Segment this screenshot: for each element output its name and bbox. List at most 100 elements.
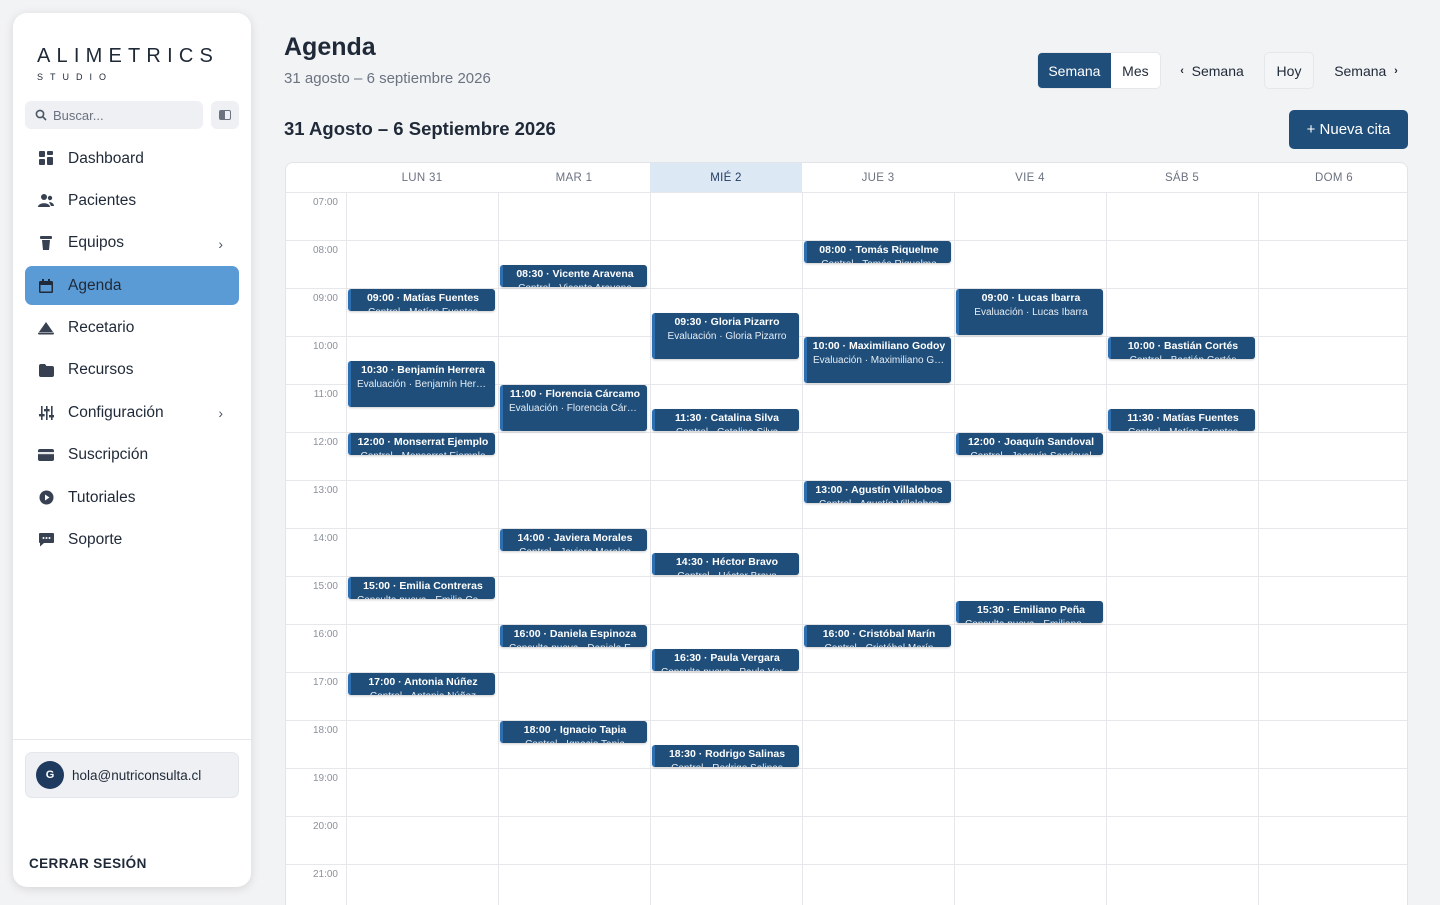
- appointment-subtitle: Consulta nueva · Daniela Espinoza: [503, 643, 647, 647]
- appointment-event[interactable]: 11:30 · Catalina Silva Control · Catalina…: [652, 409, 799, 431]
- hour-divider: [286, 816, 1407, 817]
- day-header[interactable]: DOM 6: [1258, 163, 1407, 192]
- appointment-event[interactable]: 08:30 · Vicente Aravena Control · Vicente…: [500, 265, 647, 287]
- appointment-title: 18:30 · Rodrigo Salinas: [668, 748, 786, 760]
- appointment-event[interactable]: 18:30 · Rodrigo Salinas Control · Rodrigo…: [652, 745, 799, 767]
- appointment-subtitle: Control · Javiera Morales: [503, 547, 647, 551]
- sidebar-item-suscripcion[interactable]: Suscripción: [25, 436, 239, 475]
- appointment-event[interactable]: 10:30 · Benjamín Herrera Evaluación · Ben…: [348, 361, 495, 407]
- recipe-icon: [38, 320, 54, 336]
- day-header[interactable]: MIÉ 2: [650, 163, 802, 192]
- appointment-event[interactable]: 16:00 · Cristóbal Marín Control · Cristób…: [804, 625, 951, 647]
- sidebar-item-agenda[interactable]: Agenda: [25, 266, 239, 306]
- appointment-subtitle: Consulta nueva · Emilia Contreras: [351, 595, 495, 599]
- user-email: hola@nutriconsulta.cl: [72, 767, 202, 783]
- day-header[interactable]: VIE 4: [954, 163, 1106, 192]
- hour-label: 20:00: [312, 821, 338, 832]
- appointment-event[interactable]: 10:00 · Maximiliano Godoy Evaluación · Ma…: [804, 337, 951, 383]
- appointment-event[interactable]: 08:00 · Tomás Riquelme Control · Tomás Ri…: [804, 241, 951, 263]
- appointment-event[interactable]: 15:00 · Emilia Contreras Consulta nueva ·…: [348, 577, 495, 599]
- appointment-subtitle: Control · Rodrigo Salinas: [655, 763, 799, 767]
- appointment-event[interactable]: 09:00 · Matías Fuentes Control · Matías F…: [348, 289, 495, 311]
- collapse-sidebar-button[interactable]: [211, 101, 239, 129]
- hour-label: 21:00: [312, 869, 338, 880]
- appointment-title: 10:00 · Bastián Cortés: [1127, 340, 1239, 352]
- appointment-title: 16:00 · Cristóbal Marín: [822, 628, 936, 640]
- user-account-card[interactable]: G hola@nutriconsulta.cl: [25, 752, 239, 798]
- sliders-icon: [38, 405, 54, 421]
- sidebar-item-recursos[interactable]: Recursos: [25, 351, 239, 390]
- appointment-title: 09:00 · Lucas Ibarra: [981, 292, 1081, 304]
- appointment-event[interactable]: 10:00 · Bastián Cortés Control · Bastián …: [1108, 337, 1255, 359]
- sidebar-item-recetario[interactable]: Recetario: [25, 309, 239, 348]
- view-month-button[interactable]: Mes: [1111, 53, 1160, 88]
- chevron-right-icon: ›: [218, 405, 223, 422]
- appointment-subtitle: Evaluación · Gloria Pizarro: [667, 331, 787, 342]
- appointment-event[interactable]: 17:00 · Antonia Núñez Control · Antonia N…: [348, 673, 495, 695]
- appointment-subtitle: Control · Héctor Bravo: [655, 571, 799, 575]
- chat-icon: [38, 532, 54, 548]
- next-week-button[interactable]: Semana ›: [1322, 52, 1410, 89]
- search-input[interactable]: [53, 107, 193, 123]
- hour-label: 19:00: [312, 773, 338, 784]
- appointment-title: 15:30 · Emiliano Peña: [977, 604, 1085, 616]
- appointment-event[interactable]: 16:00 · Daniela Espinoza Consulta nueva ·…: [500, 625, 647, 647]
- hour-label: 13:00: [312, 485, 338, 496]
- logout-button[interactable]: CERRAR SESIÓN: [29, 856, 147, 871]
- prev-week-button[interactable]: ‹ Semana: [1168, 52, 1256, 89]
- hour-label: 12:00: [312, 437, 338, 448]
- sidebar-toggle-icon: [219, 110, 231, 120]
- appointment-event[interactable]: 09:30 · Gloria Pizarro Evaluación · Glori…: [652, 313, 799, 359]
- header-divider: [286, 192, 1407, 193]
- day-header[interactable]: SÁB 5: [1106, 163, 1258, 192]
- new-appointment-button[interactable]: + Nueva cita: [1289, 110, 1408, 149]
- sidebar-item-dashboard[interactable]: Dashboard: [25, 139, 239, 178]
- appointment-event[interactable]: 11:00 · Florencia Cárcamo Evaluación · Fl…: [500, 385, 647, 431]
- appointment-title: 17:00 · Antonia Núñez: [368, 676, 478, 688]
- hour-divider: [286, 720, 1407, 721]
- range-title: 31 Agosto – 6 Septiembre 2026: [284, 118, 556, 139]
- day-header[interactable]: LUN 31: [346, 163, 498, 192]
- appointment-subtitle: Control · Matías Fuentes: [351, 307, 495, 311]
- appointment-event[interactable]: 09:00 · Lucas Ibarra Evaluación · Lucas I…: [956, 289, 1103, 335]
- appointment-subtitle: Control · Ignacio Tapia: [503, 739, 647, 743]
- appointment-subtitle: Control · Catalina Silva: [655, 427, 799, 431]
- sidebar-item-label: Recetario: [68, 319, 135, 337]
- dashboard-icon: [38, 151, 54, 167]
- hour-label: 14:00: [312, 533, 338, 544]
- day-column-divider: [650, 192, 651, 905]
- appointment-event[interactable]: 16:30 · Paula Vergara Consulta nueva · Pa…: [652, 649, 799, 671]
- day-column-divider: [1258, 192, 1259, 905]
- brand-logo[interactable]: ALIMETRICS STUDIO: [37, 45, 219, 82]
- credit-card-icon: [38, 447, 54, 463]
- appointment-event[interactable]: 12:00 · Monserrat Ejemplo Control · Monse…: [348, 433, 495, 455]
- sidebar-item-label: Tutoriales: [68, 488, 136, 506]
- sidebar-item-equipos[interactable]: Equipos ›: [25, 224, 239, 263]
- appointment-title: 09:30 · Gloria Pizarro: [674, 316, 780, 328]
- appointment-event[interactable]: 18:00 · Ignacio Tapia Control · Ignacio T…: [500, 721, 647, 743]
- play-icon: [38, 490, 54, 506]
- appointment-event[interactable]: 11:30 · Matías Fuentes Control · Matías F…: [1108, 409, 1255, 431]
- day-column-divider: [802, 192, 803, 905]
- day-header[interactable]: JUE 3: [802, 163, 954, 192]
- appointment-event[interactable]: 12:00 · Joaquín Sandoval Control · Joaquí…: [956, 433, 1103, 455]
- sidebar-item-pacientes[interactable]: Pacientes: [25, 181, 239, 220]
- appointment-subtitle: Control · Vicente Aravena: [503, 283, 647, 287]
- appointment-event[interactable]: 14:30 · Héctor Bravo Control · Héctor Bra…: [652, 553, 799, 575]
- day-header[interactable]: MAR 1: [498, 163, 650, 192]
- appointment-event[interactable]: 14:00 · Javiera Morales Control · Javiera…: [500, 529, 647, 551]
- appointment-title: 10:00 · Maximiliano Godoy: [812, 340, 946, 352]
- brand-name: ALIMETRICS: [37, 45, 220, 67]
- sidebar: ALIMETRICS STUDIO Dashboard Pacientes Equi…: [13, 13, 251, 887]
- view-week-button[interactable]: Semana: [1038, 53, 1111, 88]
- sidebar-item-tutoriales[interactable]: Tutoriales: [25, 478, 239, 517]
- appointment-event[interactable]: 13:00 · Agustín Villalobos Control · Agus…: [804, 481, 951, 503]
- today-button[interactable]: Hoy: [1264, 52, 1314, 89]
- sidebar-item-soporte[interactable]: Soporte: [25, 521, 239, 560]
- appointment-subtitle: Control · Antonia Núñez: [351, 691, 495, 695]
- sidebar-item-label: Suscripción: [68, 446, 149, 464]
- hour-label: 08:00: [312, 245, 338, 256]
- appointment-event[interactable]: 15:30 · Emiliano Peña Consulta nueva · Em…: [956, 601, 1103, 623]
- sidebar-item-configuracion[interactable]: Configuración ›: [25, 393, 239, 432]
- appointment-subtitle: Evaluación · Benjamín Herrera: [357, 379, 494, 390]
